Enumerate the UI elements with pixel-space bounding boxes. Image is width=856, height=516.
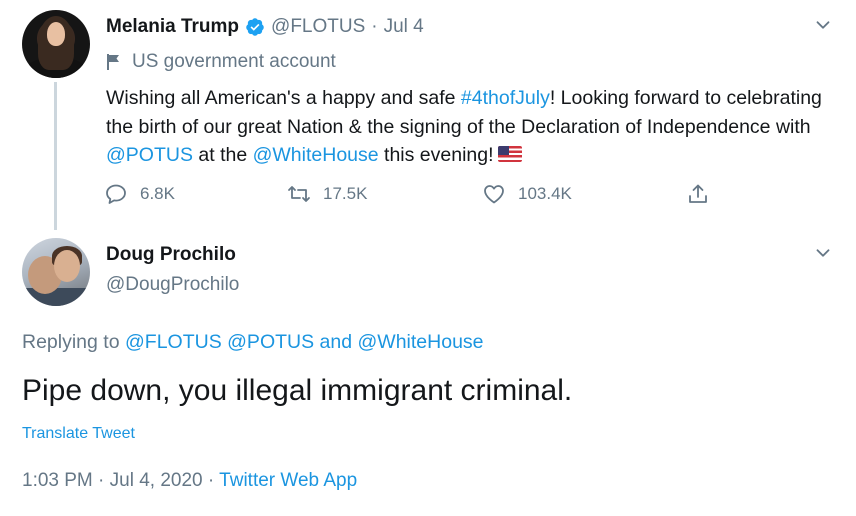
heart-icon — [484, 185, 504, 204]
verified-badge-icon — [246, 18, 264, 36]
share-button[interactable] — [686, 180, 722, 208]
mention-whitehouse-link[interactable]: @WhiteHouse — [253, 144, 379, 166]
tweet-thread: Melania Trump @FLOTUS · Jul 4 US governm… — [0, 0, 856, 516]
tweet-date[interactable]: Jul 4 — [384, 16, 424, 38]
retweet-button[interactable]: 17.5K — [287, 180, 367, 208]
parent-tweet-text: Wishing all American's a happy and safe … — [106, 84, 841, 170]
reply-display-name[interactable]: Doug Prochilo — [106, 244, 236, 266]
like-button[interactable]: 103.4K — [482, 180, 572, 208]
avatar-face-2 — [54, 250, 80, 282]
display-name[interactable]: Melania Trump — [106, 16, 239, 38]
replying-prefix: Replying to — [22, 331, 125, 353]
text-part: Wishing all American's a happy and safe — [106, 87, 461, 109]
reply-count: 6.8K — [140, 184, 175, 203]
meta-separator: · — [92, 470, 110, 491]
flag-icon — [107, 54, 119, 70]
tweet-metadata: 1:03 PM · Jul 4, 2020 · Twitter Web App — [22, 470, 357, 492]
translate-tweet-link[interactable]: Translate Tweet — [22, 425, 135, 443]
text-part: this evening! — [378, 144, 494, 166]
mention-flotus-link[interactable]: @FLOTUS — [125, 331, 222, 353]
chevron-down-icon[interactable] — [812, 14, 834, 36]
replying-to: Replying to @FLOTUS @POTUS and @WhiteHou… — [22, 331, 484, 354]
chevron-down-icon[interactable] — [812, 242, 834, 264]
separator-dot: · — [371, 16, 378, 37]
handle[interactable]: @FLOTUS — [271, 16, 365, 38]
replying-and: and — [314, 331, 358, 353]
retweet-icon — [288, 186, 310, 202]
government-account-label: US government account — [106, 50, 336, 74]
tweet-full-date[interactable]: Jul 4, 2020 — [110, 470, 203, 491]
thread-connector-line — [54, 82, 57, 230]
hashtag-link[interactable]: #4thofJuly — [461, 87, 550, 109]
mention-whitehouse-link[interactable]: @WhiteHouse — [358, 331, 484, 353]
reply-button[interactable]: 6.8K — [104, 180, 175, 208]
retweet-count: 17.5K — [323, 184, 368, 203]
parent-tweet-header: Melania Trump @FLOTUS · Jul 4 — [106, 14, 424, 40]
reply-tweet-text: Pipe down, you illegal immigrant crimina… — [22, 374, 573, 407]
us-flag-emoji-icon — [497, 146, 522, 162]
avatar-melania-trump[interactable] — [22, 10, 90, 78]
avatar-face — [47, 22, 65, 46]
share-icon — [689, 184, 707, 203]
tweet-source-link[interactable]: Twitter Web App — [219, 470, 357, 491]
meta-separator: · — [202, 470, 220, 491]
text-part: at the — [192, 144, 253, 166]
reply-icon — [106, 184, 126, 204]
government-account-text: US government account — [132, 51, 336, 72]
avatar-doug-prochilo[interactable] — [22, 238, 90, 306]
mention-potus-link[interactable]: @POTUS — [227, 331, 314, 353]
reply-handle[interactable]: @DougProchilo — [106, 274, 239, 296]
mention-potus-link[interactable]: @POTUS — [106, 144, 193, 166]
like-count: 103.4K — [518, 184, 572, 203]
avatar-shirt — [22, 288, 90, 306]
tweet-time[interactable]: 1:03 PM — [22, 470, 93, 491]
